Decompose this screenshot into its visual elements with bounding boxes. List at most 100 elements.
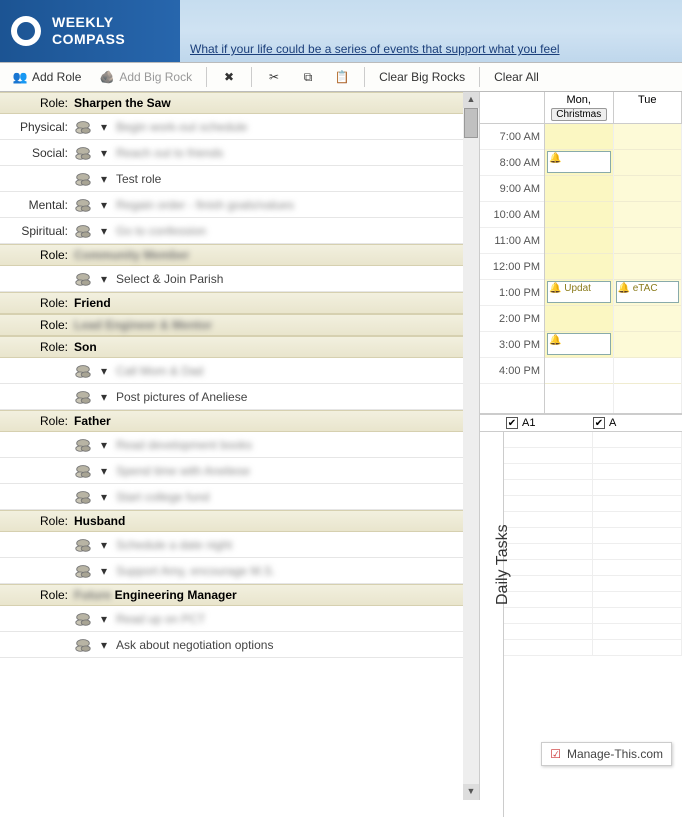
role-header[interactable]: Role:Father	[0, 410, 479, 432]
big-rock-row[interactable]: ▾Schedule a date night	[0, 532, 479, 558]
rock-icon	[74, 223, 92, 239]
chevron-down-icon[interactable]: ▾	[98, 391, 110, 403]
big-rock-row[interactable]: ▾ Test role	[0, 166, 479, 192]
time-label: 9:00 AM	[480, 176, 544, 202]
app-title-line2: COMPASS	[52, 31, 125, 48]
big-rock-text: Reach out to friends	[116, 146, 473, 160]
chevron-down-icon[interactable]: ▾	[98, 539, 110, 551]
chevron-down-icon[interactable]: ▾	[98, 465, 110, 477]
chevron-down-icon[interactable]: ▾	[98, 225, 110, 237]
checkbox-icon[interactable]: ✔	[506, 417, 518, 429]
check-icon: ☑	[550, 747, 561, 761]
rock-icon	[74, 145, 92, 161]
chevron-down-icon[interactable]: ▾	[98, 439, 110, 451]
paste-button[interactable]: 📋	[328, 67, 356, 87]
rock-icon	[74, 611, 92, 627]
task-col-a[interactable]: ✔ A	[593, 417, 680, 429]
chevron-down-icon[interactable]: ▾	[98, 613, 110, 625]
big-rock-text: Test role	[116, 172, 473, 186]
toolbar-separator	[206, 67, 207, 87]
big-rock-row[interactable]: ▾ Post pictures of Aneliese	[0, 384, 479, 410]
reminder-icon: 🔔	[549, 153, 561, 164]
copy-button[interactable]: ⧉	[294, 67, 322, 87]
reminder-icon: 🔔	[549, 335, 561, 346]
time-label: 10:00 AM	[480, 202, 544, 228]
big-rock-row[interactable]: ▾ Spend time with Aneliese	[0, 458, 479, 484]
calendar-col-tue[interactable]: 🔔 eTAC	[614, 124, 682, 413]
add-role-button[interactable]: 👥 Add Role	[6, 67, 87, 87]
role-header[interactable]: Role:Community Member	[0, 244, 479, 266]
time-label: 1:00 PM	[480, 280, 544, 306]
calendar-event[interactable]: 🔔	[547, 151, 611, 173]
rock-icon	[74, 119, 92, 135]
chevron-down-icon[interactable]: ▾	[98, 147, 110, 159]
chevron-down-icon[interactable]: ▾	[98, 199, 110, 211]
allday-event[interactable]: Christmas	[551, 108, 607, 121]
chevron-down-icon[interactable]: ▾	[98, 121, 110, 133]
big-rock-row[interactable]: Physical:▾Begin work-out schedule	[0, 114, 479, 140]
day-header-tue[interactable]: Tue	[614, 92, 682, 123]
chevron-down-icon[interactable]: ▾	[98, 565, 110, 577]
big-rock-row[interactable]: ▾Select & Join Parish	[0, 266, 479, 292]
scroll-up-button[interactable]: ▲	[463, 92, 479, 108]
vertical-scrollbar[interactable]: ▲ ▼	[463, 92, 479, 800]
chevron-down-icon[interactable]: ▾	[98, 365, 110, 377]
big-rock-text: Go to confession	[116, 224, 473, 238]
day-header-mon[interactable]: Mon, Christmas	[545, 92, 614, 123]
calendar-col-mon[interactable]: 🔔 🔔 Updat 🔔	[545, 124, 614, 413]
big-rock-row[interactable]: Social:▾Reach out to friends	[0, 140, 479, 166]
chevron-down-icon[interactable]: ▾	[98, 273, 110, 285]
big-rock-row[interactable]: ▾Read up on PCT	[0, 606, 479, 632]
rock-icon	[74, 489, 92, 505]
header-tagline-link[interactable]: What if your life could be a series of e…	[190, 42, 560, 56]
task-col-a1[interactable]: ✔ A1	[506, 417, 593, 429]
role-header[interactable]: Role:Son	[0, 336, 479, 358]
clear-big-rocks-button[interactable]: Clear Big Rocks	[373, 68, 471, 86]
time-label: 11:00 AM	[480, 228, 544, 254]
big-rock-text: Spend time with Aneliese	[116, 464, 473, 478]
big-rock-text: Read development books	[116, 438, 473, 452]
app-title-line1: WEEKLY	[52, 14, 125, 31]
cut-icon: ✂	[266, 69, 282, 85]
calendar-event[interactable]: 🔔	[547, 333, 611, 355]
big-rock-row[interactable]: ▾ Read development books	[0, 432, 479, 458]
calendar-event[interactable]: 🔔 eTAC	[616, 281, 680, 303]
calendar-event[interactable]: 🔔 Updat	[547, 281, 611, 303]
checkbox-icon[interactable]: ✔	[593, 417, 605, 429]
calendar-grid[interactable]: 7:00 AM8:00 AM9:00 AM10:00 AM11:00 AM12:…	[480, 124, 682, 414]
time-label: 2:00 PM	[480, 306, 544, 332]
add-big-rock-button[interactable]: 🪨 Add Big Rock	[93, 67, 198, 87]
scroll-thumb[interactable]	[464, 108, 478, 138]
big-rock-text: Post pictures of Aneliese	[116, 390, 473, 404]
time-label: 4:00 PM	[480, 358, 544, 384]
big-rock-row[interactable]: ▾Ask about negotiation options	[0, 632, 479, 658]
role-label: Role:	[6, 340, 74, 354]
delete-button[interactable]: ✖	[215, 67, 243, 87]
role-label: Role:	[6, 96, 74, 110]
time-gutter: 7:00 AM8:00 AM9:00 AM10:00 AM11:00 AM12:…	[480, 124, 545, 413]
roles-list: Role:Sharpen the SawPhysical:▾Begin work…	[0, 92, 479, 800]
big-rock-row[interactable]: Spiritual:▾Go to confession	[0, 218, 479, 244]
role-header[interactable]: Role:Future Engineering Manager	[0, 584, 479, 606]
role-header[interactable]: Role:Husband	[0, 510, 479, 532]
big-rock-row[interactable]: ▾Call Mom & Dad	[0, 358, 479, 384]
cut-button[interactable]: ✂	[260, 67, 288, 87]
role-label: Role:	[6, 588, 74, 602]
big-rock-row[interactable]: Mental:▾Regain order - finish goals/valu…	[0, 192, 479, 218]
role-label: Role:	[6, 318, 74, 332]
paste-icon: 📋	[334, 69, 350, 85]
role-header[interactable]: Role:Lead Engineer & Mentor	[0, 314, 479, 336]
chevron-down-icon[interactable]: ▾	[98, 173, 110, 185]
scroll-down-button[interactable]: ▼	[463, 784, 479, 800]
add-role-icon: 👥	[12, 69, 28, 85]
time-label: 3:00 PM	[480, 332, 544, 358]
big-rock-row[interactable]: ▾Support Amy, encourage M.S.	[0, 558, 479, 584]
role-header[interactable]: Role:Friend	[0, 292, 479, 314]
clear-all-button[interactable]: Clear All	[488, 68, 545, 86]
role-name: Community Member	[74, 248, 189, 262]
role-label: Role:	[6, 296, 74, 310]
big-rock-row[interactable]: ▾Start college fund	[0, 484, 479, 510]
chevron-down-icon[interactable]: ▾	[98, 639, 110, 651]
chevron-down-icon[interactable]: ▾	[98, 491, 110, 503]
role-header[interactable]: Role:Sharpen the Saw	[0, 92, 479, 114]
